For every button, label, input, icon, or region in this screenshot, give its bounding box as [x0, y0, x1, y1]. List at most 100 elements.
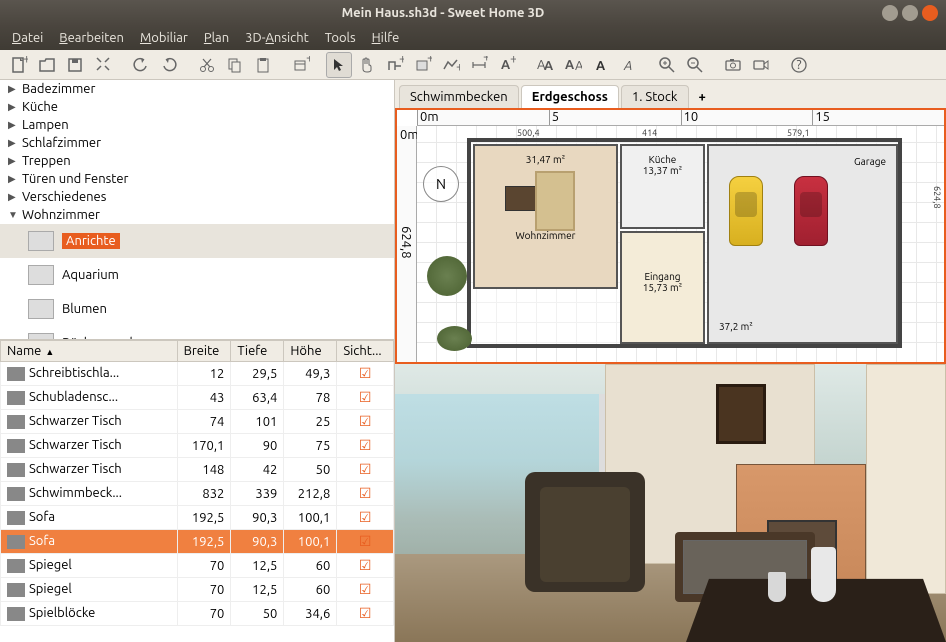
- menu-bearbeiten[interactable]: Bearbeiten: [51, 31, 132, 45]
- visibility-checkbox[interactable]: ☑: [359, 581, 372, 597]
- dimension-tool-button[interactable]: +: [466, 52, 492, 78]
- table-row[interactable]: Schwarzer Tisch7410125☑: [1, 410, 394, 434]
- video-button[interactable]: [748, 52, 774, 78]
- zoom-in-button[interactable]: [654, 52, 680, 78]
- menu-datei[interactable]: Datei: [4, 31, 51, 45]
- category-schlafzimmer[interactable]: ▶Schlafzimmer: [0, 134, 394, 152]
- save-button[interactable]: [62, 52, 88, 78]
- svg-text:+: +: [399, 56, 404, 66]
- bottle-icon: [811, 547, 836, 602]
- column-header[interactable]: Höhe: [284, 341, 337, 362]
- table-row[interactable]: Schwarzer Tisch1484250☑: [1, 458, 394, 482]
- room-kitchen[interactable]: Küche 13,37 m²: [620, 144, 705, 229]
- window-title: Mein Haus.sh3d - Sweet Home 3D: [8, 6, 878, 20]
- polyline-tool-button[interactable]: +: [438, 52, 464, 78]
- catalog-item-anrichte[interactable]: Anrichte: [0, 224, 394, 258]
- text-italic-button[interactable]: A: [616, 52, 642, 78]
- visibility-checkbox[interactable]: ☑: [359, 437, 372, 453]
- category-wohnzimmer[interactable]: ▼Wohnzimmer: [0, 206, 394, 224]
- visibility-checkbox[interactable]: ☑: [359, 605, 372, 621]
- visibility-checkbox[interactable]: ☑: [359, 485, 372, 501]
- expand-icon: ▶: [8, 119, 18, 131]
- column-header[interactable]: Name▲: [1, 341, 178, 362]
- table-row[interactable]: Schwimmbeck...832339212,8☑: [1, 482, 394, 506]
- window-close-button[interactable]: [922, 5, 938, 21]
- category-label: Türen und Fenster: [22, 172, 128, 186]
- paste-button[interactable]: [250, 52, 276, 78]
- catalog-item-aquarium[interactable]: Aquarium: [0, 258, 394, 292]
- room-tool-button[interactable]: +: [410, 52, 436, 78]
- visibility-checkbox[interactable]: ☑: [359, 389, 372, 405]
- visibility-checkbox[interactable]: ☑: [359, 533, 372, 549]
- window-minimize-button[interactable]: [882, 5, 898, 21]
- add-level-button[interactable]: +: [691, 86, 714, 108]
- category-badezimmer[interactable]: ▶Badezimmer: [0, 80, 394, 98]
- table-row[interactable]: Sofa192,590,3100,1☑: [1, 506, 394, 530]
- room-garage[interactable]: Garage 37,2 m²: [707, 144, 898, 344]
- photo-button[interactable]: [720, 52, 746, 78]
- table-row[interactable]: Schreibtischla...1229,549,3☑: [1, 362, 394, 386]
- visibility-checkbox[interactable]: ☑: [359, 557, 372, 573]
- plan-2d-view[interactable]: 0m51015 0m 624,8 N 500,4 414 579,1 624,8…: [395, 108, 946, 364]
- text-bold-button[interactable]: A: [588, 52, 614, 78]
- zoom-out-button[interactable]: [682, 52, 708, 78]
- visibility-checkbox[interactable]: ☑: [359, 461, 372, 477]
- table-row[interactable]: Spiegel7012,560☑: [1, 578, 394, 602]
- select-tool-button[interactable]: [326, 52, 352, 78]
- open-button[interactable]: [34, 52, 60, 78]
- visibility-checkbox[interactable]: ☑: [359, 509, 372, 525]
- furniture-table[interactable]: Name▲BreiteTiefeHöheSicht...Schreibtisch…: [0, 340, 394, 626]
- room-living[interactable]: 31,47 m² Wohnzimmer: [473, 144, 618, 289]
- dimension-label: 500,4: [517, 128, 540, 138]
- visibility-checkbox[interactable]: ☑: [359, 413, 372, 429]
- column-header[interactable]: Breite: [177, 341, 231, 362]
- column-header[interactable]: Tiefe: [231, 341, 284, 362]
- category-türen-und-fenster[interactable]: ▶Türen und Fenster: [0, 170, 394, 188]
- column-header[interactable]: Sicht...: [337, 341, 394, 362]
- settings-button[interactable]: [90, 52, 116, 78]
- category-label: Schlafzimmer: [22, 136, 101, 150]
- furniture-catalog-tree[interactable]: ▶Badezimmer▶Küche▶Lampen▶Schlafzimmer▶Tr…: [0, 80, 394, 340]
- menu-plan[interactable]: Plan: [196, 31, 237, 45]
- redo-button[interactable]: [156, 52, 182, 78]
- new-button[interactable]: +: [6, 52, 32, 78]
- menu-3d-ansicht[interactable]: 3D-Ansicht: [237, 31, 317, 45]
- menu-tools[interactable]: Tools: [317, 31, 364, 45]
- plan-canvas[interactable]: N 500,4 414 579,1 624,8 31,47 m² Wohnzim…: [417, 126, 944, 362]
- catalog-item-label: Aquarium: [62, 268, 119, 282]
- svg-text:A: A: [623, 59, 632, 73]
- undo-button[interactable]: [128, 52, 154, 78]
- category-lampen[interactable]: ▶Lampen: [0, 116, 394, 134]
- wall-tool-button[interactable]: +: [382, 52, 408, 78]
- room-entry[interactable]: Eingang 15,73 m²: [620, 231, 705, 344]
- visibility-checkbox[interactable]: ☑: [359, 365, 372, 381]
- pan-tool-button[interactable]: [354, 52, 380, 78]
- catalog-item-bücherregal[interactable]: Bücherregal: [0, 326, 394, 340]
- svg-text:A: A: [544, 59, 554, 73]
- help-button[interactable]: ?: [786, 52, 812, 78]
- copy-button[interactable]: [222, 52, 248, 78]
- level-tab[interactable]: 1. Stock: [621, 85, 689, 108]
- level-tab[interactable]: Schwimmbecken: [399, 85, 519, 108]
- cut-button[interactable]: [194, 52, 220, 78]
- text-tool-button[interactable]: A+: [494, 52, 520, 78]
- table-row[interactable]: Sofa192,590,3100,1☑: [1, 530, 394, 554]
- window-maximize-button[interactable]: [902, 5, 918, 21]
- menu-mobiliar[interactable]: Mobiliar: [132, 31, 196, 45]
- catalog-item-blumen[interactable]: Blumen: [0, 292, 394, 326]
- category-küche[interactable]: ▶Küche: [0, 98, 394, 116]
- svg-text:+: +: [510, 56, 516, 66]
- category-verschiedenes[interactable]: ▶Verschiedenes: [0, 188, 394, 206]
- text-increase-button[interactable]: AA: [532, 52, 558, 78]
- table-row[interactable]: Spielblöcke705034,6☑: [1, 602, 394, 626]
- table-row[interactable]: Schubladensc...4363,478☑: [1, 386, 394, 410]
- text-decrease-button[interactable]: AA: [560, 52, 586, 78]
- add-furniture-button[interactable]: +: [288, 52, 314, 78]
- view-3d[interactable]: [395, 364, 946, 642]
- table-row[interactable]: Schwarzer Tisch170,19075☑: [1, 434, 394, 458]
- menu-hilfe[interactable]: Hilfe: [364, 31, 408, 45]
- table-row[interactable]: Spiegel7012,560☑: [1, 554, 394, 578]
- level-tab[interactable]: Erdgeschoss: [521, 85, 619, 108]
- category-treppen[interactable]: ▶Treppen: [0, 152, 394, 170]
- furniture-icon: [7, 487, 25, 501]
